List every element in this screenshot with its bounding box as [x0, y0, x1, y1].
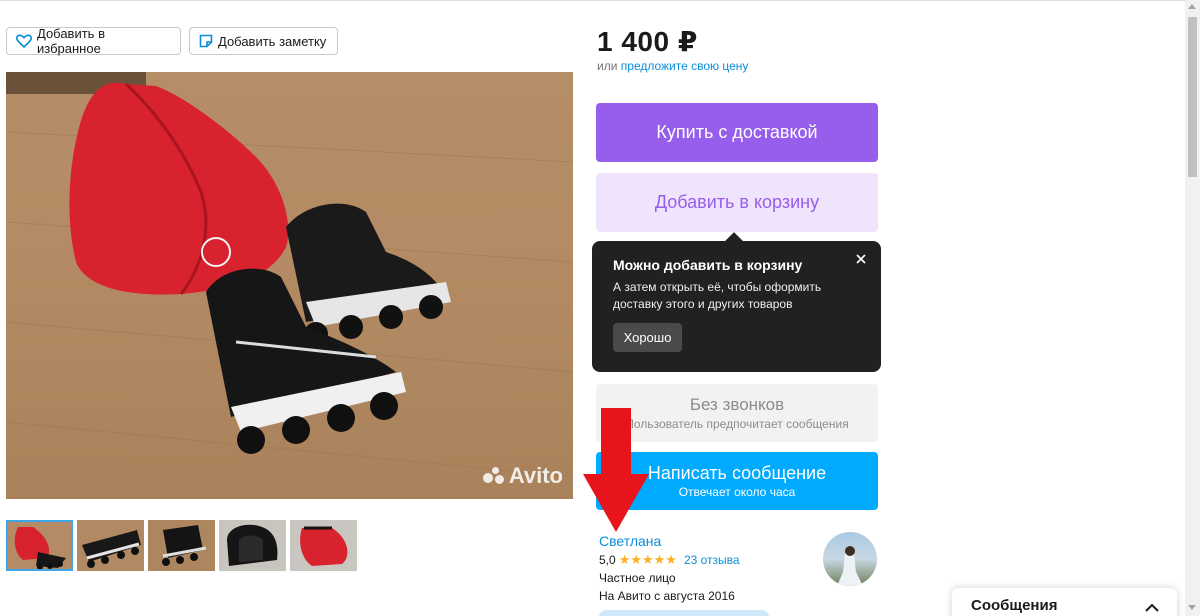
tooltip-text: А затем открыть её, чтобы оформить доста… [613, 280, 822, 311]
scroll-up-arrow-icon[interactable] [1188, 4, 1196, 9]
buy-with-delivery-label: Купить с доставкой [656, 122, 818, 142]
thumbnail-2[interactable] [77, 520, 144, 571]
price-or-text: или [597, 59, 618, 73]
main-product-photo[interactable]: Avito [6, 72, 573, 499]
seller-type: Частное лицо [599, 571, 676, 585]
watermark-text: Avito [508, 463, 563, 488]
write-message-subtitle: Отвечает около часа [678, 485, 796, 499]
avatar[interactable] [823, 532, 877, 586]
price-subtext: или предложите свою цену [597, 59, 748, 73]
avito-watermark: Avito [482, 463, 563, 489]
messages-panel[interactable]: Сообщения [952, 588, 1177, 616]
no-calls-title: Без звонков [689, 395, 785, 414]
seller-rating: 5,0 ★★★★★ 23 отзыва [599, 552, 740, 568]
write-message-title: Написать сообщение [647, 463, 827, 483]
rating-value: 5,0 [599, 553, 616, 567]
chevron-up-icon[interactable] [1145, 599, 1159, 616]
scroll-down-arrow-icon[interactable] [1188, 605, 1196, 610]
thumbnail-5[interactable] [290, 520, 357, 571]
tooltip-pointer [724, 232, 744, 252]
heart-outline-icon [16, 34, 32, 48]
add-note-label: Добавить заметку [218, 33, 327, 49]
seller-badge [599, 610, 769, 616]
tooltip-title: Можно добавить в корзину [613, 257, 803, 273]
rating-stars-icon: ★★★★★ [618, 552, 677, 567]
note-icon [199, 34, 213, 48]
seller-since: На Авито с августа 2016 [599, 589, 735, 603]
close-icon[interactable] [854, 252, 868, 266]
top-divider [0, 0, 1185, 1]
cart-tooltip: Можно добавить в корзину А затем открыть… [592, 232, 881, 372]
offer-price-link[interactable]: предложите свою цену [621, 59, 749, 73]
no-calls-subtitle: Пользователь предпочитает сообщения [625, 417, 849, 431]
reviews-link[interactable]: 23 отзыва [684, 553, 740, 567]
avito-logo-icon [482, 467, 505, 485]
buy-with-delivery-button[interactable]: Купить с доставкой [596, 103, 878, 162]
thumbnail-4[interactable] [219, 520, 286, 571]
thumbnail-3[interactable] [148, 520, 215, 571]
thumbnail-1[interactable] [6, 520, 73, 571]
annotation-arrow-icon [583, 408, 649, 532]
add-to-favorites-label: Добавить в избранное [37, 26, 105, 56]
messages-label: Сообщения [971, 597, 1058, 614]
tooltip-ok-button[interactable]: Хорошо [613, 323, 682, 352]
scrollbar-thumb[interactable] [1188, 17, 1197, 177]
thumbnail-strip [6, 520, 357, 571]
price: 1 400 ₽ [597, 26, 698, 57]
seller-name-link[interactable]: Светлана [599, 533, 661, 549]
add-to-cart-button[interactable]: Добавить в корзину [596, 173, 878, 232]
add-to-cart-label: Добавить в корзину [654, 192, 820, 212]
add-note-button[interactable]: Добавить заметку [189, 27, 338, 55]
add-to-favorites-button[interactable]: Добавить в избранное [6, 26, 181, 56]
